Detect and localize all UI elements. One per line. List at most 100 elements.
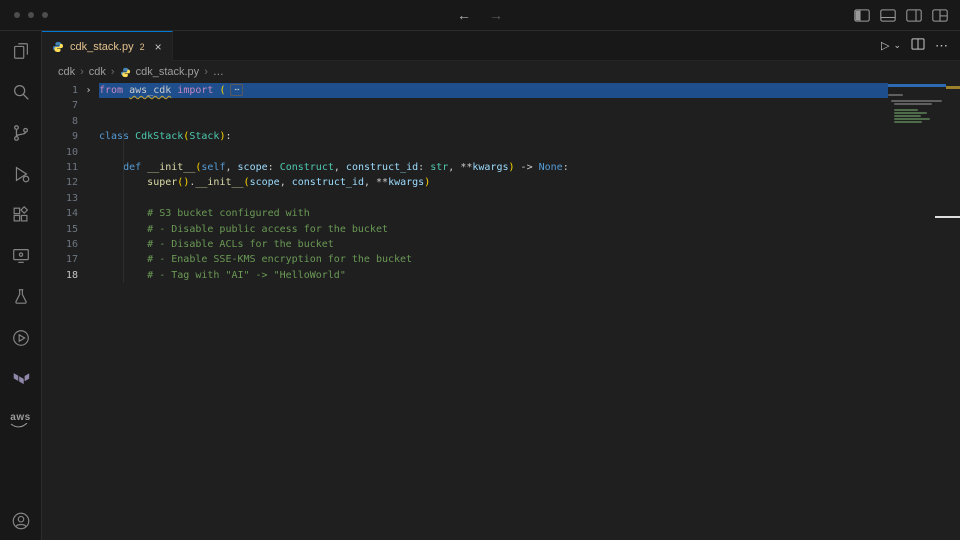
customize-layout-icon[interactable] [932, 9, 948, 22]
code-text[interactable]: # S3 bucket configured with [99, 206, 310, 221]
fold-spacer [78, 191, 99, 206]
code-text[interactable]: def __init__(self, scope: Construct, con… [99, 160, 569, 175]
line-number[interactable]: 16 [42, 237, 78, 252]
remote-explorer-icon[interactable] [9, 245, 33, 267]
code-line[interactable]: 1›from aws_cdk import (⋯ [42, 83, 888, 98]
run-and-debug-icon[interactable] [9, 163, 33, 185]
line-number[interactable]: 12 [42, 175, 78, 190]
search-icon[interactable] [9, 81, 33, 103]
more-actions-icon[interactable]: ⋯ [935, 38, 948, 54]
breadcrumb-item[interactable]: … [213, 66, 224, 78]
account-icon[interactable] [9, 510, 33, 532]
code-text[interactable]: super().__init__(scope, construct_id, **… [99, 175, 430, 190]
forward-icon[interactable]: → [489, 8, 503, 22]
line-number[interactable]: 11 [42, 160, 78, 175]
tab-problems-badge: 2 [140, 42, 145, 52]
extensions-icon[interactable] [9, 204, 33, 226]
code-line[interactable]: 15 # - Disable public access for the buc… [42, 222, 888, 237]
breadcrumb: cdk › cdk › cdk_stack.py › … [42, 61, 960, 83]
run-python-file-icon[interactable]: ▷ [881, 39, 889, 52]
run-dropdown-chevron-icon[interactable]: ⌄ [893, 40, 901, 51]
aws-label: aws [10, 412, 30, 423]
code-text[interactable]: # - Disable ACLs for the bucket [99, 237, 334, 252]
code-line[interactable]: 8 [42, 114, 888, 129]
aws-icon[interactable]: aws [9, 409, 33, 431]
code-line[interactable]: 17 # - Enable SSE-KMS encryption for the… [42, 252, 888, 267]
minimap-line [888, 100, 946, 102]
warning-marker [946, 86, 960, 89]
minimap-line [888, 106, 946, 108]
fold-spacer [78, 129, 99, 144]
minimap-line [888, 118, 946, 120]
title-bar: ← → [0, 0, 960, 31]
code-line[interactable]: 11 def __init__(self, scope: Construct, … [42, 160, 888, 175]
back-icon[interactable]: ← [457, 8, 471, 22]
tab-label: cdk_stack.py [70, 41, 134, 53]
line-number[interactable]: 15 [42, 222, 78, 237]
line-number[interactable]: 9 [42, 129, 78, 144]
code-line[interactable]: 18 # - Tag with "AI" -> "HelloWorld" [42, 268, 888, 283]
toggle-panel-icon[interactable] [880, 9, 896, 22]
line-number[interactable]: 13 [42, 191, 78, 206]
cursor-position-marker [935, 216, 960, 218]
window-dot-icon[interactable] [28, 12, 34, 18]
line-number[interactable]: 14 [42, 206, 78, 221]
window-dot-icon[interactable] [42, 12, 48, 18]
python-icon [52, 41, 64, 53]
window-controls [0, 12, 200, 18]
code-text[interactable]: # - Tag with "AI" -> "HelloWorld" [99, 268, 346, 283]
window-dot-icon[interactable] [14, 12, 20, 18]
source-control-icon[interactable] [9, 122, 33, 144]
code-line[interactable]: 9 class CdkStack(Stack): [42, 129, 888, 144]
minimap-line [888, 109, 946, 111]
fold-chevron-icon[interactable]: › [78, 83, 99, 98]
code-text[interactable]: class CdkStack(Stack): [99, 129, 232, 144]
run-circle-icon[interactable] [9, 327, 33, 349]
toggle-primary-sidebar-icon[interactable] [854, 9, 870, 22]
minimap-line [888, 115, 946, 117]
code-text[interactable]: from aws_cdk import (⋯ [99, 83, 888, 98]
tab-cdk-stack[interactable]: cdk_stack.py 2 × [42, 31, 173, 61]
line-number[interactable]: 1 [42, 83, 78, 98]
workbench: aws [0, 31, 960, 540]
code-line[interactable]: 7 [42, 98, 888, 113]
code-line[interactable]: 14 # S3 bucket configured with [42, 206, 888, 221]
line-number[interactable]: 7 [42, 98, 78, 113]
overview-ruler[interactable] [946, 83, 960, 540]
code-lines: 1›from aws_cdk import (⋯789class CdkStac… [42, 83, 960, 283]
code-line[interactable]: 13 [42, 191, 888, 206]
minimap[interactable] [888, 84, 946, 124]
minimap-line [888, 112, 946, 114]
code-editor[interactable]: 1›from aws_cdk import (⋯789class CdkStac… [42, 83, 960, 540]
terraform-icon[interactable] [9, 368, 33, 390]
fold-spacer [78, 268, 99, 283]
breadcrumb-item[interactable]: cdk_stack.py [136, 66, 200, 78]
toggle-secondary-sidebar-icon[interactable] [906, 9, 922, 22]
line-number[interactable]: 17 [42, 252, 78, 267]
testing-beaker-icon[interactable] [9, 286, 33, 308]
fold-spacer [78, 160, 99, 175]
fold-spacer [78, 98, 99, 113]
line-number[interactable]: 18 [42, 268, 78, 283]
split-editor-icon[interactable] [911, 37, 925, 55]
folded-code-badge[interactable]: ⋯ [230, 84, 243, 96]
breadcrumb-item[interactable]: cdk [58, 66, 75, 78]
line-number[interactable]: 8 [42, 114, 78, 129]
code-text[interactable]: # - Enable SSE-KMS encryption for the bu… [99, 252, 412, 267]
tab-bar-empty-space [173, 31, 881, 60]
breadcrumb-item[interactable]: cdk [89, 66, 106, 78]
tab-close-icon[interactable]: × [155, 40, 162, 54]
python-icon [120, 67, 131, 78]
code-line[interactable]: 16 # - Disable ACLs for the bucket [42, 237, 888, 252]
fold-spacer [78, 175, 99, 190]
code-text[interactable]: # - Disable public access for the bucket [99, 222, 388, 237]
minimap-line [888, 121, 946, 123]
fold-spacer [78, 114, 99, 129]
explorer-icon[interactable] [9, 40, 33, 62]
code-line[interactable]: 10 [42, 145, 888, 160]
breadcrumb-separator: › [204, 66, 208, 78]
fold-spacer [78, 237, 99, 252]
code-line[interactable]: 12 super().__init__(scope, construct_id,… [42, 175, 888, 190]
line-number[interactable]: 10 [42, 145, 78, 160]
fold-spacer [78, 206, 99, 221]
